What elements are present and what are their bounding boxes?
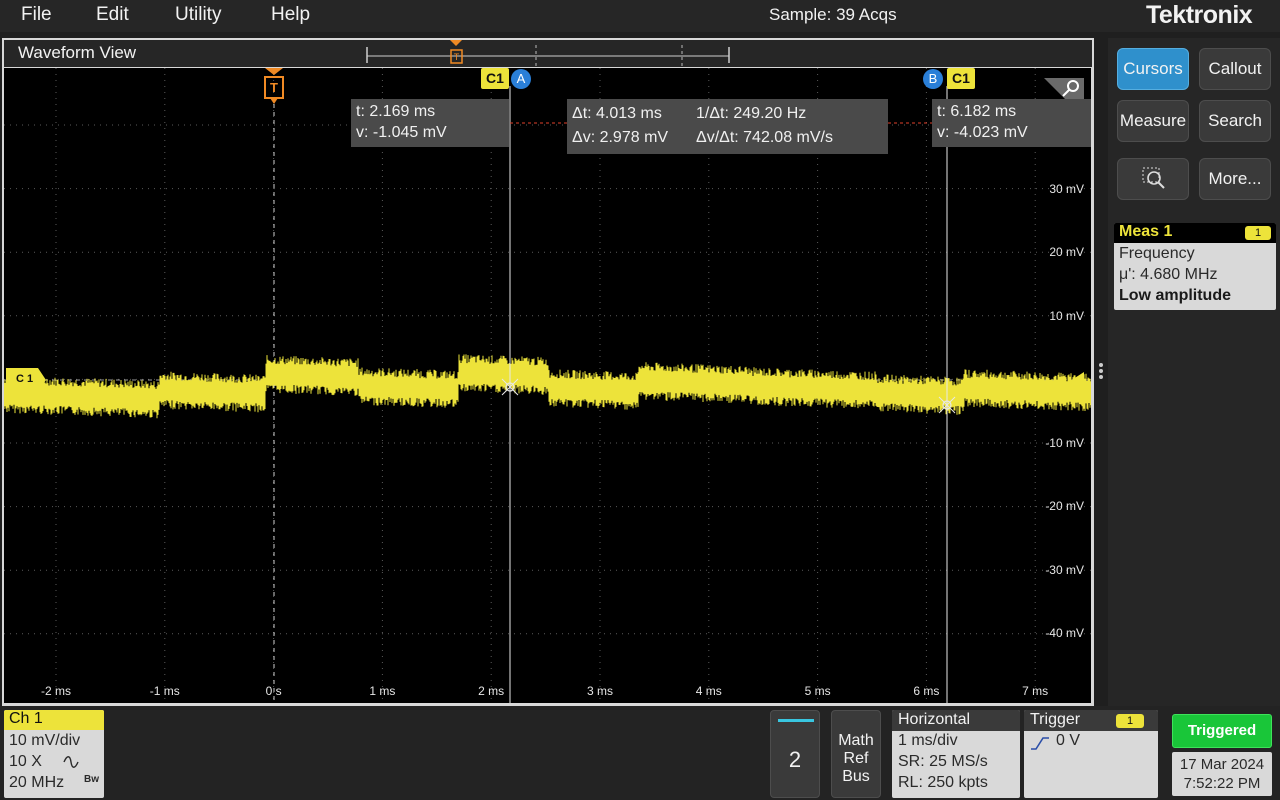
y-axis-label: -40 mV bbox=[1045, 626, 1084, 640]
record-length: RL: 250 kpts bbox=[898, 774, 988, 791]
add-channel2-button[interactable]: 2 bbox=[770, 710, 820, 798]
channel2-label: 2 bbox=[788, 747, 802, 772]
cursor-a-channel-badge: C1 bbox=[481, 68, 509, 89]
zoom-button[interactable] bbox=[1117, 158, 1189, 200]
x-axis-label: 6 ms bbox=[913, 684, 940, 698]
trigger-level: 0 V bbox=[1056, 732, 1081, 749]
x-axis-label: -2 ms bbox=[41, 684, 71, 698]
cursors-button[interactable]: Cursors bbox=[1117, 48, 1189, 90]
cursor-b-voltage: v: -4.023 mV bbox=[937, 124, 1028, 141]
waveform-plot[interactable]: C 1 T 40 mV30 mV20 mV10 mV-10 mV-20 mV-3… bbox=[4, 68, 1091, 703]
measurement-badge[interactable]: Meas 1 1 Frequency μ': 4.680 MHz Low amp… bbox=[1114, 223, 1276, 310]
oscilloscope-app: File Edit Utility Help Sample: 39 Acqs T… bbox=[0, 0, 1280, 800]
inverse-delta-time: 1/Δt: 249.20 Hz bbox=[696, 105, 807, 122]
horizontal-scale: 1 ms/div bbox=[898, 732, 958, 749]
menu-edit[interactable]: Edit bbox=[96, 4, 129, 26]
cursor-b-badge[interactable]: B bbox=[923, 69, 943, 89]
measurement-source-badge: 1 bbox=[1245, 226, 1271, 240]
cursor-b-time: t: 6.182 ms bbox=[937, 103, 1017, 120]
cursor-a-readout[interactable]: t: 2.169 ms v: -1.045 mV bbox=[351, 99, 509, 147]
cursor-delta-readout[interactable]: Δt: 4.013 ms 1/Δt: 249.20 Hz Δv: 2.978 m… bbox=[567, 99, 888, 154]
svg-text:T: T bbox=[454, 52, 460, 62]
rising-edge-icon bbox=[1031, 737, 1049, 750]
menu-file[interactable]: File bbox=[21, 4, 52, 26]
channel1-badge[interactable]: Ch 1 10 mV/div 10 X 20 MHz Bw bbox=[4, 710, 104, 798]
y-axis-label: -20 mV bbox=[1045, 499, 1084, 513]
cursor-a-time: t: 2.169 ms bbox=[356, 103, 436, 120]
y-axis-label: -10 mV bbox=[1045, 436, 1084, 450]
x-axis-label: 0 s bbox=[265, 684, 282, 698]
acquisition-status: Sample: 39 Acqs bbox=[769, 5, 897, 24]
channel1-title: Ch 1 bbox=[9, 710, 43, 727]
date-time[interactable]: 17 Mar 2024 7:52:22 PM bbox=[1172, 752, 1272, 796]
x-axis-label: 4 ms bbox=[695, 684, 722, 698]
trigger-marker-label: T bbox=[270, 80, 278, 95]
time: 7:52:22 PM bbox=[1183, 775, 1261, 792]
trigger-level-marker[interactable] bbox=[1070, 372, 1084, 390]
horizontal-title: Horizontal bbox=[898, 711, 971, 728]
menu-help[interactable]: Help bbox=[271, 4, 310, 26]
delta-v-over-delta-t: Δv/Δt: 742.08 mV/s bbox=[696, 129, 833, 146]
add-math-ref-bus-button[interactable]: Math Ref Bus bbox=[831, 710, 881, 798]
channel1-bandwidth: 20 MHz bbox=[9, 774, 65, 791]
ref-label: Ref bbox=[843, 750, 869, 767]
waveform-view-title: Waveform View bbox=[18, 43, 137, 62]
date: 17 Mar 2024 bbox=[1179, 756, 1265, 773]
measurement-name: Frequency bbox=[1119, 245, 1195, 262]
channel1-scale: 10 mV/div bbox=[9, 732, 81, 749]
waveform-view-header[interactable]: T bbox=[4, 40, 1092, 67]
measure-button[interactable]: Measure bbox=[1117, 100, 1189, 142]
bus-label: Bus bbox=[842, 768, 870, 785]
channel2-color-bar bbox=[778, 719, 814, 722]
handle-icon[interactable] bbox=[1098, 362, 1104, 384]
x-axis-label: -1 ms bbox=[149, 684, 180, 698]
channel1-marker-label: C 1 bbox=[16, 373, 34, 385]
search-zoom-icon bbox=[1142, 167, 1165, 189]
more-button[interactable]: More... bbox=[1199, 158, 1271, 200]
menu-bar: File Edit Utility Help Sample: 39 Acqs T… bbox=[0, 0, 1280, 32]
x-axis-label: 3 ms bbox=[586, 684, 613, 698]
cursor-b-channel-badge: C1 bbox=[947, 68, 975, 89]
trigger-title: Trigger bbox=[1030, 711, 1081, 728]
x-axis-label: 7 ms bbox=[1022, 684, 1049, 698]
delta-time: Δt: 4.013 ms bbox=[572, 105, 662, 122]
record-view-bar[interactable]: T bbox=[4, 40, 1092, 67]
y-axis-label: 20 mV bbox=[1049, 245, 1084, 259]
cursor-overlay[interactable] bbox=[4, 68, 1091, 703]
search-button[interactable]: Search bbox=[1199, 100, 1271, 142]
x-axis-label: 1 ms bbox=[369, 684, 396, 698]
brand-logo: Tektronix bbox=[1146, 1, 1253, 29]
measurement-warning: Low amplitude bbox=[1119, 287, 1231, 304]
trigger-source-badge: 1 bbox=[1116, 714, 1144, 728]
measurement-value: μ': 4.680 MHz bbox=[1119, 266, 1218, 283]
math-label: Math bbox=[838, 732, 874, 749]
cursor-a-voltage: v: -1.045 mV bbox=[356, 124, 447, 141]
cursor-a-badge[interactable]: A bbox=[511, 69, 531, 89]
callout-button[interactable]: Callout bbox=[1199, 48, 1271, 90]
trigger-status[interactable]: Triggered bbox=[1172, 714, 1272, 748]
y-axis-label: -30 mV bbox=[1045, 563, 1084, 577]
y-axis-label: 30 mV bbox=[1049, 182, 1084, 196]
measurement-title: Meas 1 bbox=[1119, 223, 1173, 240]
sample-rate: SR: 25 MS/s bbox=[898, 753, 988, 770]
x-axis-label: 2 ms bbox=[478, 684, 505, 698]
cursor-b-readout[interactable]: t: 6.182 ms v: -4.023 mV bbox=[932, 99, 1091, 147]
x-axis-label: 5 ms bbox=[804, 684, 831, 698]
menu-utility[interactable]: Utility bbox=[175, 4, 221, 26]
y-axis-label: 10 mV bbox=[1049, 309, 1084, 323]
trigger-badge[interactable]: Trigger 1 0 V bbox=[1024, 710, 1158, 798]
bandwidth-limit-icon: Bw bbox=[84, 774, 99, 785]
delta-voltage: Δv: 2.978 mV bbox=[572, 129, 669, 146]
ac-coupling-icon bbox=[63, 756, 79, 768]
channel1-probe: 10 X bbox=[9, 753, 42, 770]
horizontal-badge[interactable]: Horizontal 1 ms/div SR: 25 MS/s RL: 250 … bbox=[892, 710, 1020, 798]
